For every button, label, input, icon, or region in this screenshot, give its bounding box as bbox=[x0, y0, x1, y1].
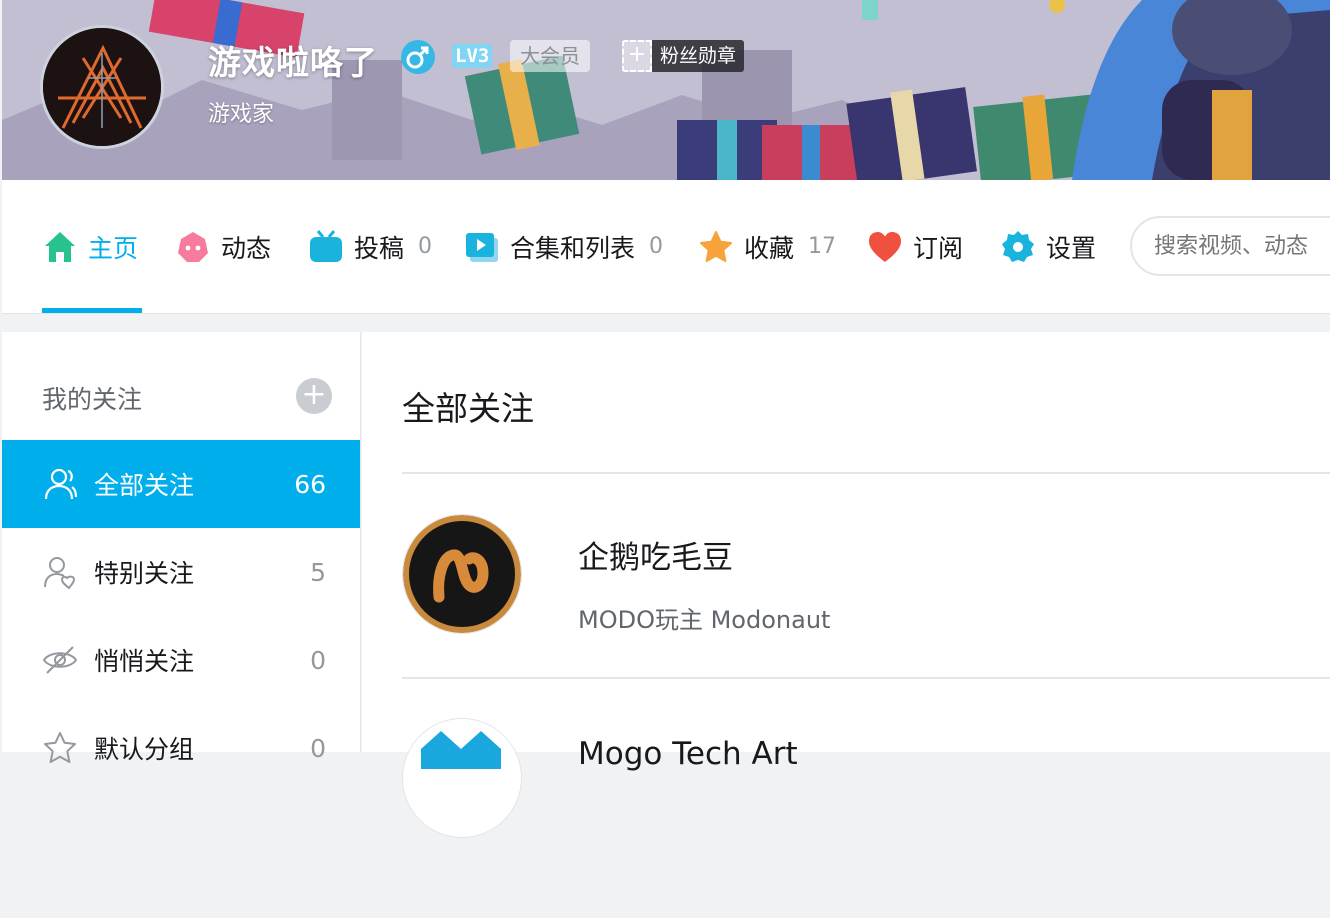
tab-home[interactable]: 主页 bbox=[42, 180, 138, 313]
sidebar-item-count: 66 bbox=[294, 469, 326, 499]
follow-avatar[interactable] bbox=[402, 514, 522, 634]
divider bbox=[402, 677, 1330, 679]
tab-collections[interactable]: 合集和列表 0 bbox=[464, 180, 663, 313]
playlist-icon bbox=[464, 229, 500, 265]
sidebar-item-label: 全部关注 bbox=[94, 471, 195, 500]
tab-favorites-label: 收藏 bbox=[744, 233, 795, 263]
eye-off-icon bbox=[42, 642, 78, 678]
sidebar-title: 我的关注 bbox=[42, 385, 143, 414]
user-signature: 游戏家 bbox=[208, 102, 275, 127]
sidebar-item-label: 特别关注 bbox=[94, 559, 195, 588]
follow-list-panel: 全部关注 企鹅吃毛豆 MODO玩主 Modonaut Mogo Tech Art bbox=[362, 332, 1330, 838]
follow-name[interactable]: 企鹅吃毛豆 bbox=[578, 532, 733, 577]
favorites-count: 17 bbox=[808, 234, 837, 259]
sidebar-item-label: 默认分组 bbox=[94, 735, 195, 764]
tab-uploads[interactable]: 投稿 0 bbox=[308, 180, 432, 313]
follow-description: MODO玩主 Modonaut bbox=[578, 606, 831, 634]
page-title: 全部关注 bbox=[402, 389, 534, 428]
tab-subscriptions-label: 订阅 bbox=[913, 233, 964, 263]
uploads-count: 0 bbox=[418, 234, 433, 259]
star-outline-icon bbox=[42, 730, 78, 766]
username: 游戏啦咯了 bbox=[208, 43, 378, 82]
sidebar-item-default-group[interactable]: 默认分组 0 bbox=[2, 704, 360, 792]
sidebar-item-special-follows[interactable]: 特别关注 5 bbox=[2, 528, 360, 616]
avatar-artwork bbox=[43, 28, 161, 146]
star-icon bbox=[698, 229, 734, 265]
sidebar-item-count: 0 bbox=[310, 733, 326, 763]
home-icon bbox=[42, 229, 78, 265]
plus-icon: + bbox=[622, 40, 652, 72]
sidebar-item-label: 悄悄关注 bbox=[94, 647, 195, 676]
profile-nav: 主页 动态 投稿 0 合集和列表 0 收藏 17 订阅 设置 搜索视频、动态 bbox=[2, 180, 1330, 314]
tab-settings-label: 设置 bbox=[1046, 233, 1097, 263]
list-item[interactable]: Mogo Tech Art bbox=[402, 718, 1330, 918]
tab-uploads-label: 投稿 bbox=[354, 233, 405, 263]
dynamic-icon bbox=[175, 229, 211, 265]
follow-groups-sidebar: 我的关注 + 全部关注 66 特别关注 5 悄悄关注 0 默认分组 0 bbox=[2, 332, 361, 764]
tab-dynamic[interactable]: 动态 bbox=[175, 180, 271, 313]
search-input[interactable] bbox=[1130, 216, 1330, 276]
list-item[interactable]: 企鹅吃毛豆 MODO玩主 Modonaut bbox=[402, 514, 1330, 714]
fan-medal-badge[interactable]: + 粉丝勋章 bbox=[622, 40, 745, 72]
tab-subscriptions[interactable]: 订阅 bbox=[867, 180, 963, 313]
divider bbox=[402, 472, 1330, 474]
tab-settings[interactable]: 设置 bbox=[1000, 180, 1096, 313]
fan-medal-label: 粉丝勋章 bbox=[652, 40, 745, 72]
tab-favorites[interactable]: 收藏 17 bbox=[698, 180, 836, 313]
tv-icon bbox=[308, 229, 344, 265]
follow-avatar[interactable] bbox=[402, 718, 522, 838]
sidebar-item-quiet-follows[interactable]: 悄悄关注 0 bbox=[2, 616, 360, 704]
gift-box bbox=[762, 125, 857, 180]
male-gender-icon bbox=[401, 40, 435, 74]
add-group-button[interactable]: + bbox=[296, 378, 332, 414]
active-tab-indicator bbox=[42, 308, 142, 313]
user-avatar[interactable] bbox=[40, 25, 164, 149]
level-badge: LV3 bbox=[452, 44, 493, 68]
tab-collections-label: 合集和列表 bbox=[510, 233, 636, 263]
banner-artwork bbox=[2, 0, 1330, 180]
collections-count: 0 bbox=[649, 234, 664, 259]
sidebar-item-all-follows[interactable]: 全部关注 66 bbox=[2, 440, 360, 528]
tab-dynamic-label: 动态 bbox=[221, 233, 272, 263]
people-icon bbox=[42, 466, 78, 502]
tab-home-label: 主页 bbox=[88, 233, 139, 263]
sidebar-item-count: 5 bbox=[310, 557, 326, 587]
sidebar-item-count: 0 bbox=[310, 645, 326, 675]
vip-badge[interactable]: 大会员 bbox=[510, 40, 590, 72]
follow-name[interactable]: Mogo Tech Art bbox=[578, 736, 798, 772]
profile-banner: 游戏啦咯了 LV3 大会员 + 粉丝勋章 游戏家 bbox=[2, 0, 1330, 180]
user-heart-icon bbox=[42, 554, 78, 590]
heart-icon bbox=[867, 229, 903, 265]
gear-icon bbox=[1000, 229, 1036, 265]
